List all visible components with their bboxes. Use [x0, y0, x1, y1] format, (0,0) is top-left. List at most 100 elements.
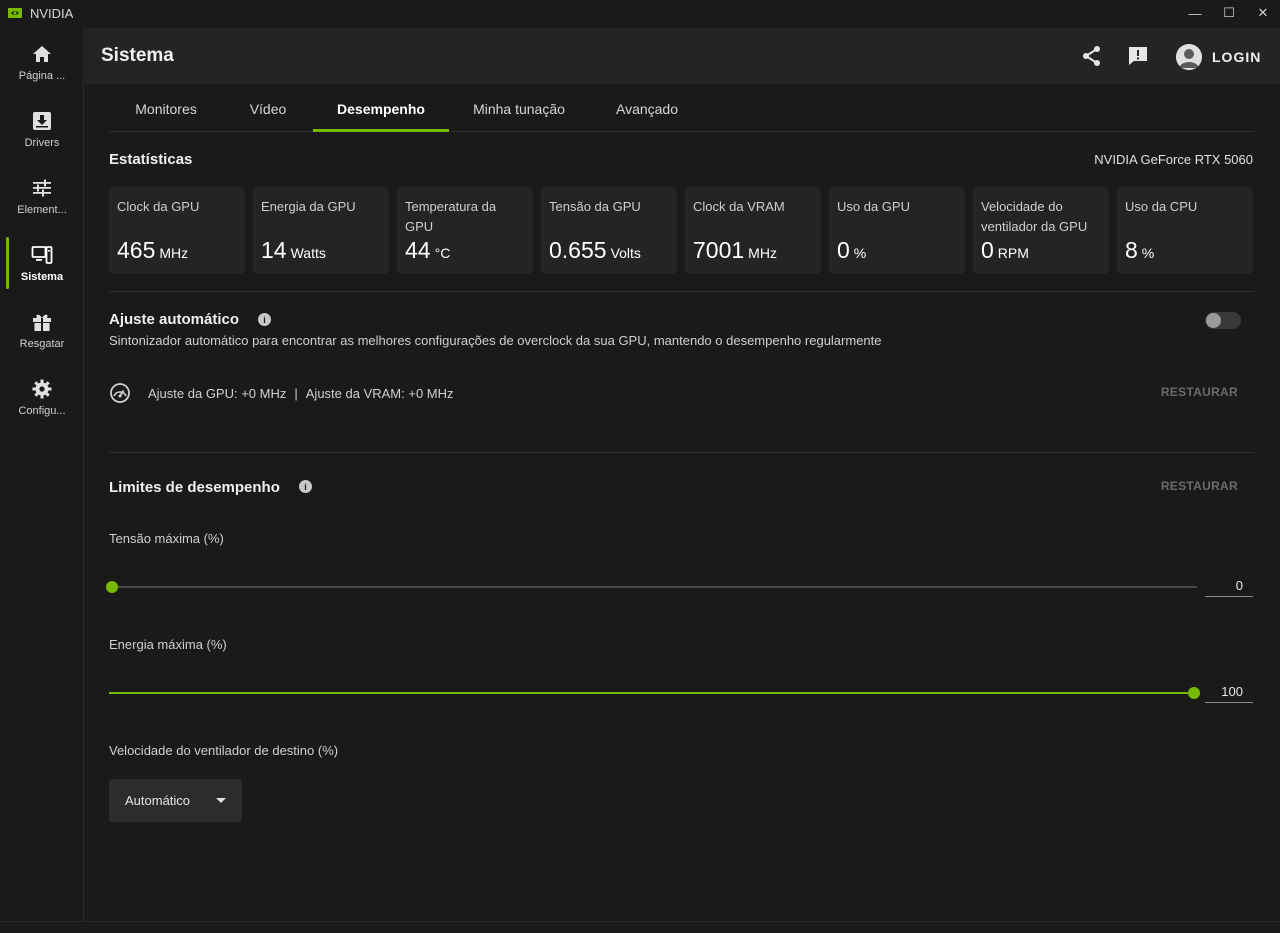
divider [109, 452, 1254, 453]
stat-label: Clock da VRAM [693, 199, 785, 214]
sidebar-item-label: Element... [17, 203, 67, 216]
stat-card-gpu-power: Energia da GPU 14 Watts [253, 187, 389, 274]
max-voltage-value[interactable]: 0 [1205, 575, 1253, 597]
system-icon [31, 245, 53, 264]
stat-value: 14 Watts [261, 237, 326, 263]
maximize-button[interactable]: ☐ [1212, 0, 1246, 26]
stat-value: 465 MHz [117, 237, 189, 263]
stat-value: 7001 MHz [693, 237, 777, 263]
restore-limits-button[interactable]: RESTAURAR [1161, 479, 1238, 493]
stat-unit: Watts [290, 245, 326, 261]
max-voltage-slider[interactable] [106, 580, 1197, 594]
sidebar-item-label: Configu... [18, 404, 66, 417]
share-icon[interactable] [1080, 44, 1104, 68]
slider-thumb[interactable] [1188, 687, 1200, 699]
nvidia-logo-icon [8, 8, 22, 18]
stat-unit: MHz [748, 245, 777, 261]
home-icon [33, 45, 51, 62]
title-bar: NVIDIA — ☐ ✕ [0, 0, 1280, 26]
sidebar-item-redeem[interactable]: Resgatar [0, 298, 84, 362]
feedback-icon[interactable] [1126, 44, 1150, 68]
stat-card-gpu-usage: Uso da GPU 0% [829, 187, 965, 274]
stat-card-gpu-temperature: Temperatura da GPU 44 °C [397, 187, 533, 274]
slider-fill [109, 692, 1194, 694]
info-icon[interactable]: i [258, 313, 271, 326]
speedometer-icon [110, 383, 130, 403]
stat-value: 44 °C [405, 237, 451, 263]
restore-auto-tune-button[interactable]: RESTAURAR [1161, 385, 1238, 399]
gift-icon [33, 314, 51, 331]
stat-label: Uso da GPU [837, 199, 910, 214]
max-voltage-label: Tensão máxima (%) [109, 531, 224, 546]
stat-value: 8% [1125, 237, 1155, 263]
stat-label: Tensão da GPU [549, 199, 641, 214]
slider-thumb[interactable] [106, 581, 118, 593]
stat-card-gpu-voltage: Tensão da GPU 0.655 Volts [541, 187, 677, 274]
stat-card-vram-clock: Clock da VRAM 7001 MHz [685, 187, 821, 274]
user-icon [1176, 44, 1202, 70]
sidebar-item-label: Página ... [18, 69, 66, 82]
sidebar-item-drivers[interactable]: Drivers [0, 97, 84, 161]
stat-unit: % [853, 245, 867, 261]
window-bottom-edge [0, 921, 1280, 933]
stat-label: Uso da CPU [1125, 199, 1198, 214]
download-icon [33, 111, 51, 130]
max-power-value[interactable]: 100 [1205, 681, 1253, 703]
gear-icon [32, 379, 52, 398]
auto-tune-title: Ajuste automático [109, 311, 240, 328]
stat-value: 0 RPM [981, 237, 1029, 263]
slider-track [109, 586, 1197, 588]
sidebar-item-label: Resgatar [19, 337, 65, 350]
tab-bar: Monitores Vídeo Desempenho Minha tunação… [109, 86, 1254, 132]
stat-card-cpu-usage: Uso da CPU 8% [1117, 187, 1253, 274]
window-controls: — ☐ ✕ [1178, 0, 1280, 26]
sidebar-item-system[interactable]: Sistema [0, 231, 84, 295]
avatar[interactable] [1176, 44, 1202, 70]
stat-card-gpu-clock: Clock da GPU 465 MHz [109, 187, 245, 274]
stat-value: 0.655 Volts [549, 237, 641, 263]
limits-title: Limites de desempenho [109, 479, 280, 496]
login-button[interactable]: LOGIN [1212, 49, 1261, 65]
caret-down-icon [216, 798, 226, 803]
tab-advanced[interactable]: Avançado [605, 86, 689, 131]
separator: | [294, 385, 298, 401]
stat-label: Energia da GPU [261, 199, 356, 214]
stat-card-fan-speed: Velocidade do ventilador da GPU 0 RPM [973, 187, 1109, 274]
stat-unit: RPM [997, 245, 1029, 261]
page-title: Sistema [101, 45, 174, 66]
divider [109, 291, 1254, 292]
app-title: NVIDIA [30, 5, 74, 21]
stat-value: 0% [837, 237, 867, 263]
stat-label: Temperatura da GPU [405, 199, 497, 234]
sidebar-item-label: Sistema [20, 270, 64, 283]
stat-unit: °C [434, 245, 451, 261]
vram-adjust-value: Ajuste da VRAM: +0 MHz [305, 385, 454, 401]
tab-monitors[interactable]: Monitores [109, 86, 223, 131]
tuning-adjustments: Ajuste da GPU: +0 MHz | Ajuste da VRAM: … [109, 381, 454, 405]
info-icon[interactable]: i [299, 480, 312, 493]
tab-video[interactable]: Vídeo [234, 86, 302, 131]
gpu-adjust-value: Ajuste da GPU: +0 MHz [148, 385, 287, 401]
minimize-button[interactable]: — [1178, 0, 1212, 26]
close-button[interactable]: ✕ [1246, 0, 1280, 26]
fan-target-dropdown[interactable]: Automático [109, 779, 242, 822]
stat-label: Clock da GPU [117, 199, 200, 214]
tab-performance[interactable]: Desempenho [313, 86, 449, 132]
dropdown-selected-value: Automático [125, 793, 191, 808]
toggle-knob [1206, 313, 1221, 328]
auto-tune-description: Sintonizador automático para encontrar a… [109, 333, 882, 348]
stats-title: Estatísticas [109, 151, 193, 168]
sidebar-item-settings[interactable]: Configu... [0, 365, 84, 429]
max-power-slider[interactable] [109, 686, 1200, 700]
stat-unit: MHz [159, 245, 189, 261]
sidebar: Página ... Drivers Element... Sistema Re… [0, 26, 84, 921]
sliders-icon [33, 179, 51, 196]
sidebar-item-label: Drivers [24, 136, 60, 149]
stat-label: Velocidade do ventilador da GPU [981, 199, 1088, 234]
tab-my-tuning[interactable]: Minha tunação [461, 86, 577, 131]
sidebar-item-home[interactable]: Página ... [0, 30, 84, 94]
stat-unit: Volts [610, 245, 641, 261]
auto-tune-toggle[interactable] [1205, 312, 1241, 329]
sidebar-item-elements[interactable]: Element... [0, 164, 84, 228]
gpu-name: NVIDIA GeForce RTX 5060 [1094, 152, 1253, 167]
